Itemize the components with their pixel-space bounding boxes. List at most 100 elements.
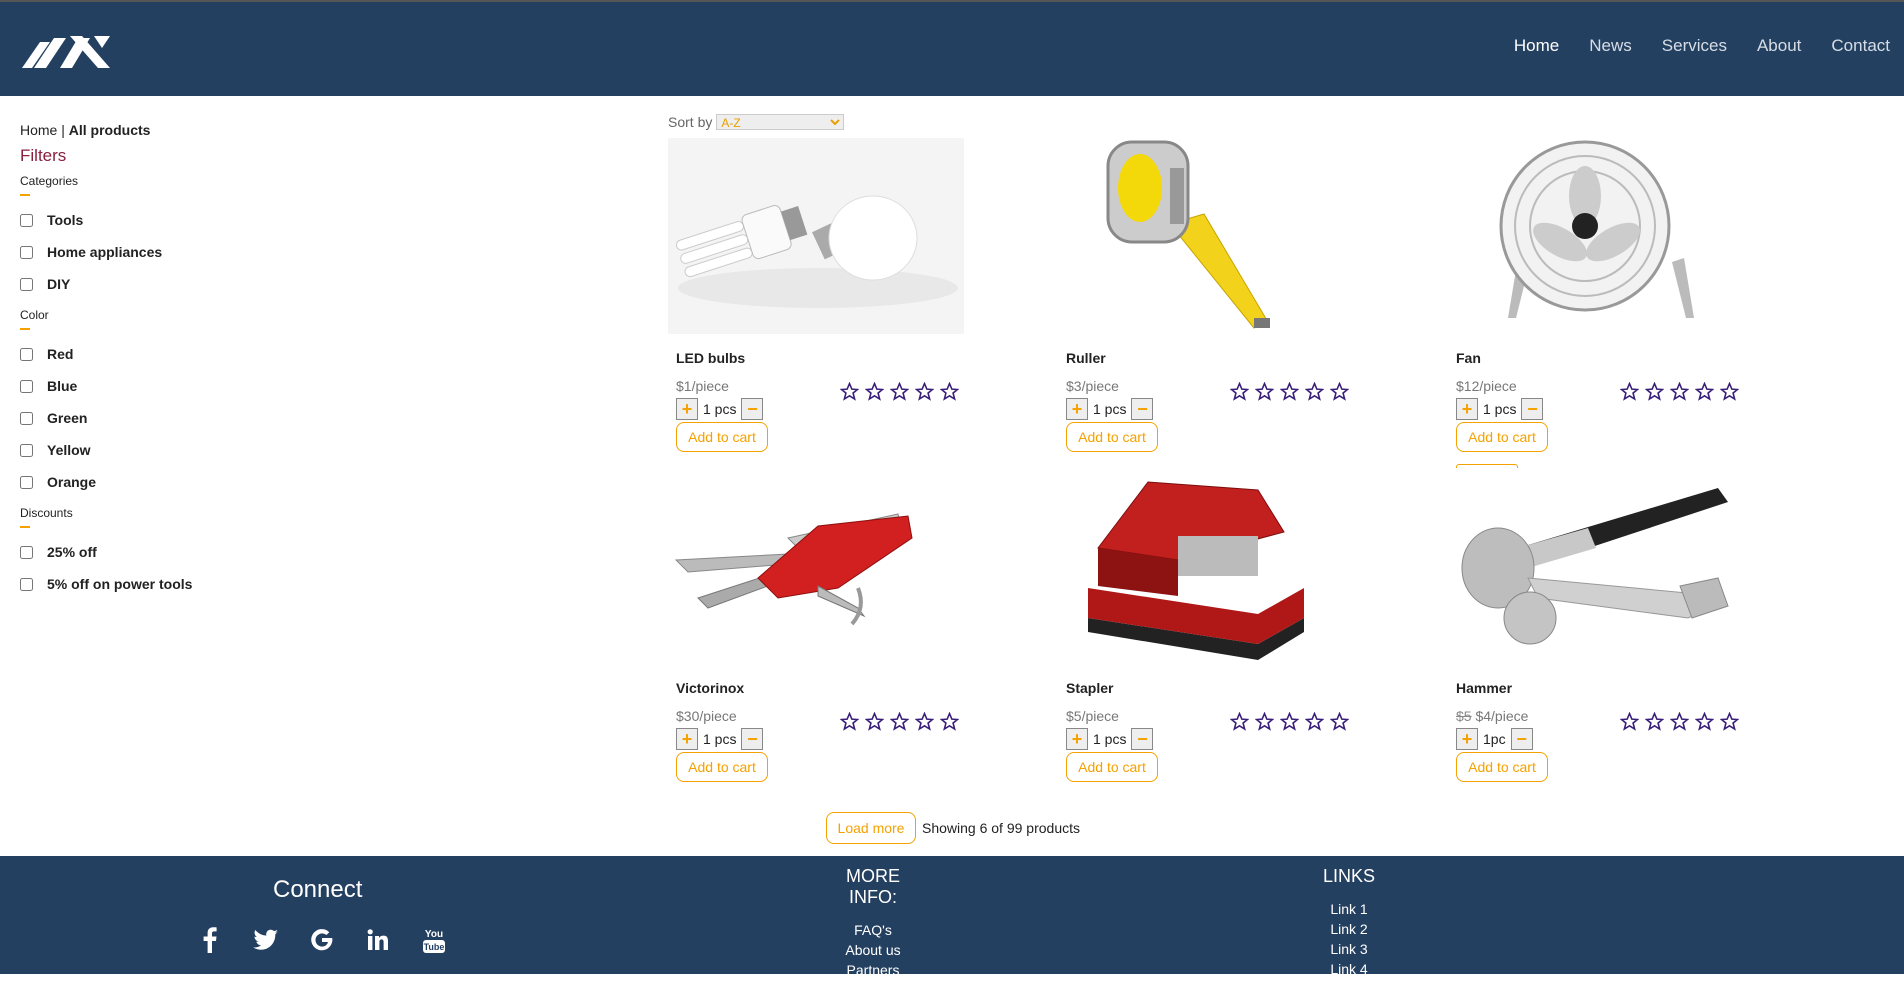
rating-stars[interactable] (1620, 712, 1739, 731)
star-icon[interactable] (1255, 382, 1274, 401)
youtube-icon[interactable]: You Tube (420, 926, 448, 954)
star-icon[interactable] (840, 382, 859, 401)
filter-diy[interactable]: DIY (20, 268, 320, 300)
logo[interactable] (20, 28, 112, 76)
filter-home-appliances[interactable]: Home appliances (20, 236, 320, 268)
star-icon[interactable] (1255, 712, 1274, 731)
load-more-button[interactable]: Load more (826, 812, 916, 844)
decrease-button[interactable]: − (1521, 398, 1544, 420)
star-icon[interactable] (890, 712, 909, 731)
star-icon[interactable] (1645, 382, 1664, 401)
increase-button[interactable]: + (1456, 398, 1478, 420)
filter-green[interactable]: Green (20, 402, 320, 434)
star-icon[interactable] (1230, 712, 1249, 731)
star-icon[interactable] (1720, 712, 1739, 731)
increase-button[interactable]: + (676, 398, 698, 420)
add-to-cart-button[interactable]: Add to cart (1456, 422, 1548, 452)
filter-5-off-checkbox[interactable] (20, 577, 33, 591)
footer-link-about-us[interactable]: About us (820, 940, 926, 960)
star-icon[interactable] (1645, 712, 1664, 731)
product-image-stapler[interactable] (1058, 468, 1354, 664)
star-icon[interactable] (1695, 712, 1714, 731)
star-icon[interactable] (1720, 382, 1739, 401)
star-icon[interactable] (1305, 712, 1324, 731)
filter-25-off-checkbox[interactable] (20, 545, 33, 559)
product-name[interactable]: Ruller (1066, 350, 1106, 366)
star-icon[interactable] (1280, 712, 1299, 731)
footer-link-4[interactable]: Link 4 (1322, 959, 1376, 979)
filter-blue-checkbox[interactable] (20, 379, 33, 393)
product-name[interactable]: Hammer (1456, 680, 1512, 696)
increase-button[interactable]: + (1066, 398, 1088, 420)
footer-link-contact[interactable]: Contact (820, 980, 926, 1000)
nav-home[interactable]: Home (1514, 36, 1559, 56)
star-icon[interactable] (1695, 382, 1714, 401)
star-icon[interactable] (865, 712, 884, 731)
add-to-cart-button[interactable]: Add to cart (1066, 752, 1158, 782)
increase-button[interactable]: + (676, 728, 698, 750)
google-icon[interactable] (308, 926, 336, 954)
product-image-victorinox[interactable] (668, 468, 964, 664)
decrease-button[interactable]: − (1510, 728, 1533, 750)
rating-stars[interactable] (1230, 382, 1349, 401)
footer-link-3[interactable]: Link 3 (1322, 939, 1376, 959)
filter-diy-checkbox[interactable] (20, 277, 33, 291)
filter-yellow[interactable]: Yellow (20, 434, 320, 466)
sort-select[interactable]: A-Z (716, 114, 845, 130)
star-icon[interactable] (1670, 382, 1689, 401)
filter-orange[interactable]: Orange (20, 466, 320, 498)
decrease-button[interactable]: − (741, 398, 764, 420)
twitter-icon[interactable] (252, 926, 280, 954)
add-to-cart-button[interactable]: Add to cart (1456, 752, 1548, 782)
footer-link-partners[interactable]: Partners (820, 960, 926, 980)
filter-red[interactable]: Red (20, 338, 320, 370)
product-name[interactable]: Victorinox (676, 680, 744, 696)
nav-contact[interactable]: Contact (1831, 36, 1890, 56)
filter-25-off[interactable]: 25% off (20, 536, 320, 568)
facebook-icon[interactable] (196, 926, 224, 954)
nav-services[interactable]: Services (1662, 36, 1727, 56)
star-icon[interactable] (915, 382, 934, 401)
add-to-cart-button[interactable]: Add to cart (676, 422, 768, 452)
nav-about[interactable]: About (1757, 36, 1801, 56)
star-icon[interactable] (1620, 712, 1639, 731)
star-icon[interactable] (1280, 382, 1299, 401)
decrease-button[interactable]: − (1131, 398, 1154, 420)
star-icon[interactable] (840, 712, 859, 731)
nav-news[interactable]: News (1589, 36, 1632, 56)
filter-blue[interactable]: Blue (20, 370, 320, 402)
increase-button[interactable]: + (1456, 728, 1478, 750)
footer-link-faqs[interactable]: FAQ's (820, 920, 926, 940)
star-icon[interactable] (865, 382, 884, 401)
rating-stars[interactable] (1230, 712, 1349, 731)
product-image-fan[interactable] (1448, 138, 1744, 334)
star-icon[interactable] (940, 712, 959, 731)
decrease-button[interactable]: − (741, 728, 764, 750)
breadcrumb-home[interactable]: Home (20, 122, 57, 138)
filter-green-checkbox[interactable] (20, 411, 33, 425)
product-name[interactable]: Stapler (1066, 680, 1113, 696)
filter-tools[interactable]: Tools (20, 204, 320, 236)
star-icon[interactable] (1670, 712, 1689, 731)
footer-link-2[interactable]: Link 2 (1322, 919, 1376, 939)
increase-button[interactable]: + (1066, 728, 1088, 750)
rating-stars[interactable] (840, 382, 959, 401)
footer-link-1[interactable]: Link 1 (1322, 899, 1376, 919)
star-icon[interactable] (940, 382, 959, 401)
rating-stars[interactable] (840, 712, 959, 731)
star-icon[interactable] (1330, 382, 1349, 401)
product-name[interactable]: LED bulbs (676, 350, 745, 366)
add-to-cart-button[interactable]: Add to cart (1066, 422, 1158, 452)
filter-red-checkbox[interactable] (20, 347, 33, 361)
star-icon[interactable] (890, 382, 909, 401)
star-icon[interactable] (1230, 382, 1249, 401)
filter-5-off-power-tools[interactable]: 5% off on power tools (20, 568, 320, 600)
product-image-led-bulbs[interactable] (668, 138, 964, 334)
decrease-button[interactable]: − (1131, 728, 1154, 750)
linkedin-icon[interactable] (364, 926, 392, 954)
rating-stars[interactable] (1620, 382, 1739, 401)
filter-yellow-checkbox[interactable] (20, 443, 33, 457)
add-to-cart-button[interactable]: Add to cart (676, 752, 768, 782)
filter-orange-checkbox[interactable] (20, 475, 33, 489)
filter-home-appliances-checkbox[interactable] (20, 245, 33, 259)
